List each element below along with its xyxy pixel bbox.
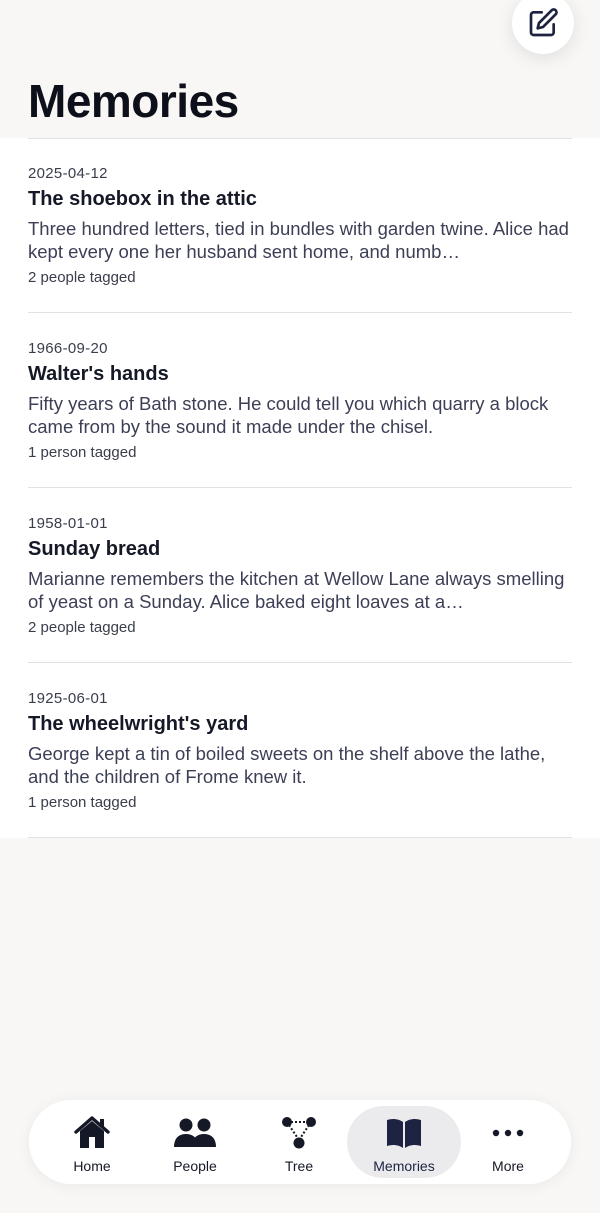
tab-people[interactable]: People (138, 1106, 252, 1178)
tab-label: More (492, 1158, 524, 1174)
tab-home[interactable]: Home (35, 1106, 149, 1178)
tab-memories[interactable]: Memories (347, 1106, 461, 1178)
memory-date: 1925-06-01 (28, 690, 108, 707)
memory-item[interactable]: 1958-01-01 Sunday bread Marianne remembe… (28, 488, 572, 663)
tree-icon (281, 1115, 317, 1151)
tab-bar: Home People Tree Memories More (29, 1100, 571, 1184)
memory-title: The wheelwright's yard (28, 713, 249, 735)
memories-list: 2025-04-12 The shoebox in the attic Thre… (0, 138, 600, 838)
memory-tag-count: 2 people tagged (28, 619, 136, 636)
memory-item[interactable]: 2025-04-12 The shoebox in the attic Thre… (28, 138, 572, 313)
memory-excerpt: Fifty years of Bath stone. He could tell… (28, 393, 549, 437)
home-icon (73, 1115, 111, 1151)
tab-more[interactable]: More (451, 1106, 565, 1178)
memory-tag-count: 2 people tagged (28, 269, 136, 286)
page-title: Memories (28, 75, 239, 127)
memory-item[interactable]: 1966-09-20 Walter's hands Fifty years of… (28, 313, 572, 488)
compose-button[interactable] (512, 0, 574, 54)
tab-label: Tree (284, 1158, 314, 1174)
tab-tree[interactable]: Tree (242, 1106, 356, 1178)
tab-label: Memories (373, 1158, 435, 1174)
memory-date: 1958-01-01 (28, 515, 108, 532)
tab-label: People (173, 1158, 217, 1174)
book-icon (385, 1115, 423, 1151)
memory-tag-count: 1 person tagged (28, 794, 137, 811)
people-icon (173, 1115, 217, 1151)
memory-excerpt: George kept a tin of boiled sweets on th… (28, 743, 546, 787)
more-icon (492, 1115, 524, 1151)
memory-tag-count: 1 person tagged (28, 444, 137, 461)
memory-excerpt: Three hundred letters, tied in bundles w… (28, 218, 569, 262)
memory-title: Walter's hands (28, 363, 169, 385)
tab-label: Home (73, 1158, 111, 1174)
memory-item[interactable]: 1925-06-01 The wheelwright's yard George… (28, 663, 572, 838)
memory-title: Sunday bread (28, 538, 161, 560)
memory-date: 2025-04-12 (28, 165, 108, 182)
memories-screen: Memories 2025-04-12 The shoebox in the a… (0, 0, 600, 1213)
memory-date: 1966-09-20 (28, 340, 108, 357)
memory-title: The shoebox in the attic (28, 188, 257, 210)
memory-excerpt: Marianne remembers the kitchen at Wellow… (28, 568, 565, 612)
compose-icon (529, 8, 558, 37)
